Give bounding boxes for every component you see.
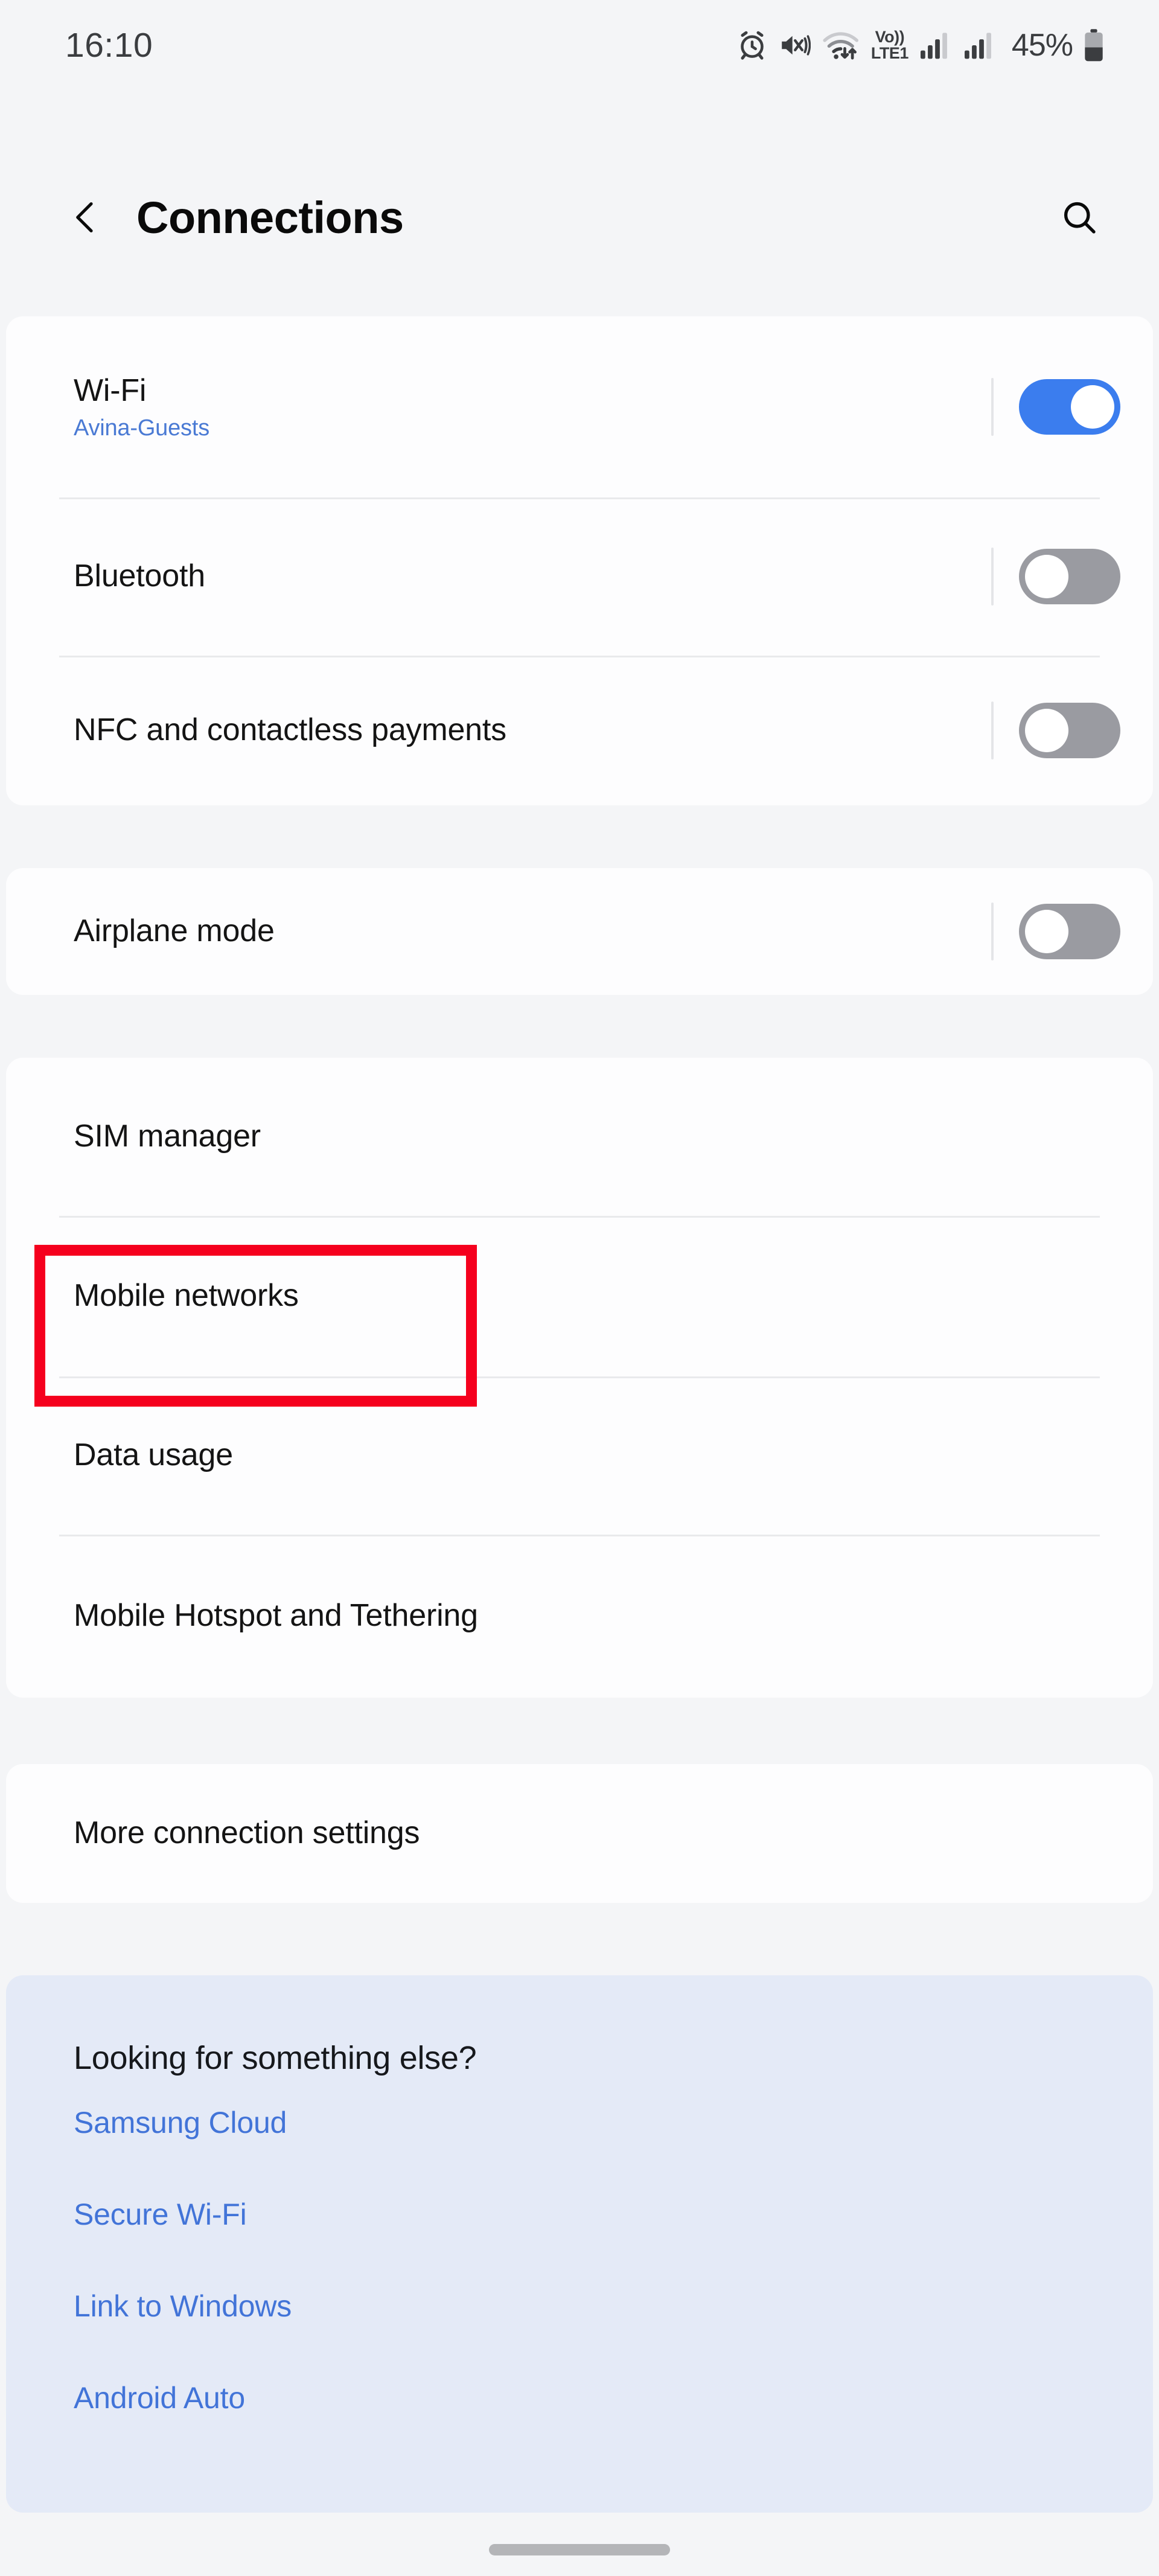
toggle-wifi[interactable] [1019, 379, 1120, 435]
toggle-knob [1025, 709, 1068, 752]
link-samsung-cloud[interactable]: Samsung Cloud [74, 2105, 287, 2140]
row-mobile-hotspot-tethering[interactable]: Mobile Hotspot and Tethering [6, 1535, 1153, 1698]
toggle-divider [991, 378, 994, 436]
row-title-mobile-networks: Mobile networks [74, 1278, 299, 1314]
status-bar: 16:10 Vo)) LTE1 45% [0, 0, 1159, 91]
card-looking-for-something-else: Looking for something else? Samsung Clou… [6, 1975, 1153, 2513]
row-title-sim-manager: SIM manager [74, 1119, 261, 1154]
battery-icon [1083, 28, 1105, 62]
card-mobile: SIM manager Mobile networks Data usage M… [6, 1058, 1153, 1698]
link-secure-wifi[interactable]: Secure Wi-Fi [74, 2197, 247, 2232]
toggle-knob [1025, 555, 1068, 598]
chevron-left-icon [76, 202, 93, 232]
row-title-mobile-hotspot-tethering: Mobile Hotspot and Tethering [74, 1598, 478, 1634]
row-subtitle-wifi: Avina-Guests [74, 415, 210, 441]
toggle-airplane-mode[interactable] [1019, 904, 1120, 959]
battery-percent-label: 45% [1011, 28, 1073, 63]
toggle-knob [1071, 385, 1114, 429]
phone-screen: 16:10 Vo)) LTE1 45% Connections Wi-Fi Av… [0, 0, 1159, 2576]
link-android-auto[interactable]: Android Auto [74, 2380, 245, 2415]
link-link-to-windows[interactable]: Link to Windows [74, 2289, 292, 2324]
mute-vibrate-icon [778, 30, 811, 61]
row-airplane-mode[interactable]: Airplane mode [6, 868, 1153, 995]
row-mobile-networks[interactable]: Mobile networks [6, 1216, 1153, 1376]
status-bar-icons: Vo)) LTE1 45% [736, 27, 1105, 63]
volte-icon: Vo)) LTE1 [870, 28, 909, 62]
signal-bars-sim1-icon [919, 31, 953, 60]
card-connectivity: Wi-Fi Avina-Guests Bluetooth NFC and con… [6, 316, 1153, 805]
app-bar: Connections [0, 169, 1159, 266]
row-title-bluetooth: Bluetooth [74, 558, 205, 594]
card-more-settings: More connection settings [6, 1764, 1153, 1903]
row-title-wifi: Wi-Fi [74, 372, 147, 408]
toggle-divider [991, 548, 994, 606]
card-airplane: Airplane mode [6, 868, 1153, 995]
search-button[interactable] [1052, 190, 1107, 245]
alarm-icon [736, 30, 768, 61]
row-data-usage[interactable]: Data usage [6, 1376, 1153, 1535]
signal-bars-sim2-icon [963, 31, 997, 60]
toggle-knob [1025, 910, 1068, 953]
back-button[interactable] [58, 190, 113, 245]
row-sim-manager[interactable]: SIM manager [6, 1058, 1153, 1216]
search-icon [1064, 202, 1096, 234]
toggle-divider [991, 903, 994, 960]
home-indicator[interactable] [489, 2544, 670, 2555]
row-title-data-usage: Data usage [74, 1437, 233, 1473]
wifi-data-icon [821, 29, 863, 62]
status-bar-clock: 16:10 [65, 26, 153, 65]
row-title-airplane-mode: Airplane mode [74, 913, 275, 949]
row-bluetooth[interactable]: Bluetooth [6, 497, 1153, 656]
toggle-wrap-nfc [991, 702, 1120, 759]
row-more-connection-settings[interactable]: More connection settings [6, 1764, 1153, 1903]
toggle-wrap-wifi [991, 378, 1120, 436]
row-title-more-connection-settings: More connection settings [74, 1815, 420, 1851]
toggle-bluetooth[interactable] [1019, 549, 1120, 604]
row-nfc[interactable]: NFC and contactless payments [6, 656, 1153, 805]
toggle-wrap-airplane [991, 903, 1120, 960]
row-title-nfc: NFC and contactless payments [74, 712, 506, 748]
toggle-wrap-bluetooth [991, 548, 1120, 606]
page-title: Connections [136, 192, 404, 243]
toggle-nfc[interactable] [1019, 703, 1120, 758]
info-card-title: Looking for something else? [74, 2040, 477, 2076]
toggle-divider [991, 702, 994, 759]
row-wifi[interactable]: Wi-Fi Avina-Guests [6, 316, 1153, 497]
